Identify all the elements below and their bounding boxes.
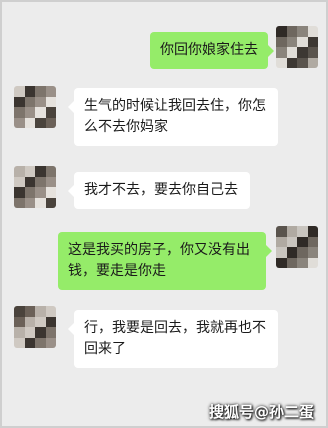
- avatar-contact[interactable]: [14, 166, 56, 208]
- message-bubble-outgoing[interactable]: 你回你娘家住去: [150, 32, 274, 69]
- avatar-self[interactable]: [276, 26, 318, 68]
- message-bubble-incoming[interactable]: 行，我要是回去，我就再也不回来了: [68, 310, 278, 368]
- avatar-contact[interactable]: [14, 306, 56, 348]
- avatar-self[interactable]: [276, 226, 318, 268]
- avatar-contact[interactable]: [14, 86, 56, 128]
- message-bubble-incoming[interactable]: 生气的时候让我回去住，你怎么不去你妈家: [68, 88, 278, 146]
- watermark-text: 搜狐号@孙二蛋: [208, 403, 314, 421]
- message-bubble-outgoing[interactable]: 这是我买的房子，你又没有出钱，要走是你走: [58, 232, 272, 290]
- message-bubble-incoming[interactable]: 我才不去，要去你自己去: [68, 172, 250, 209]
